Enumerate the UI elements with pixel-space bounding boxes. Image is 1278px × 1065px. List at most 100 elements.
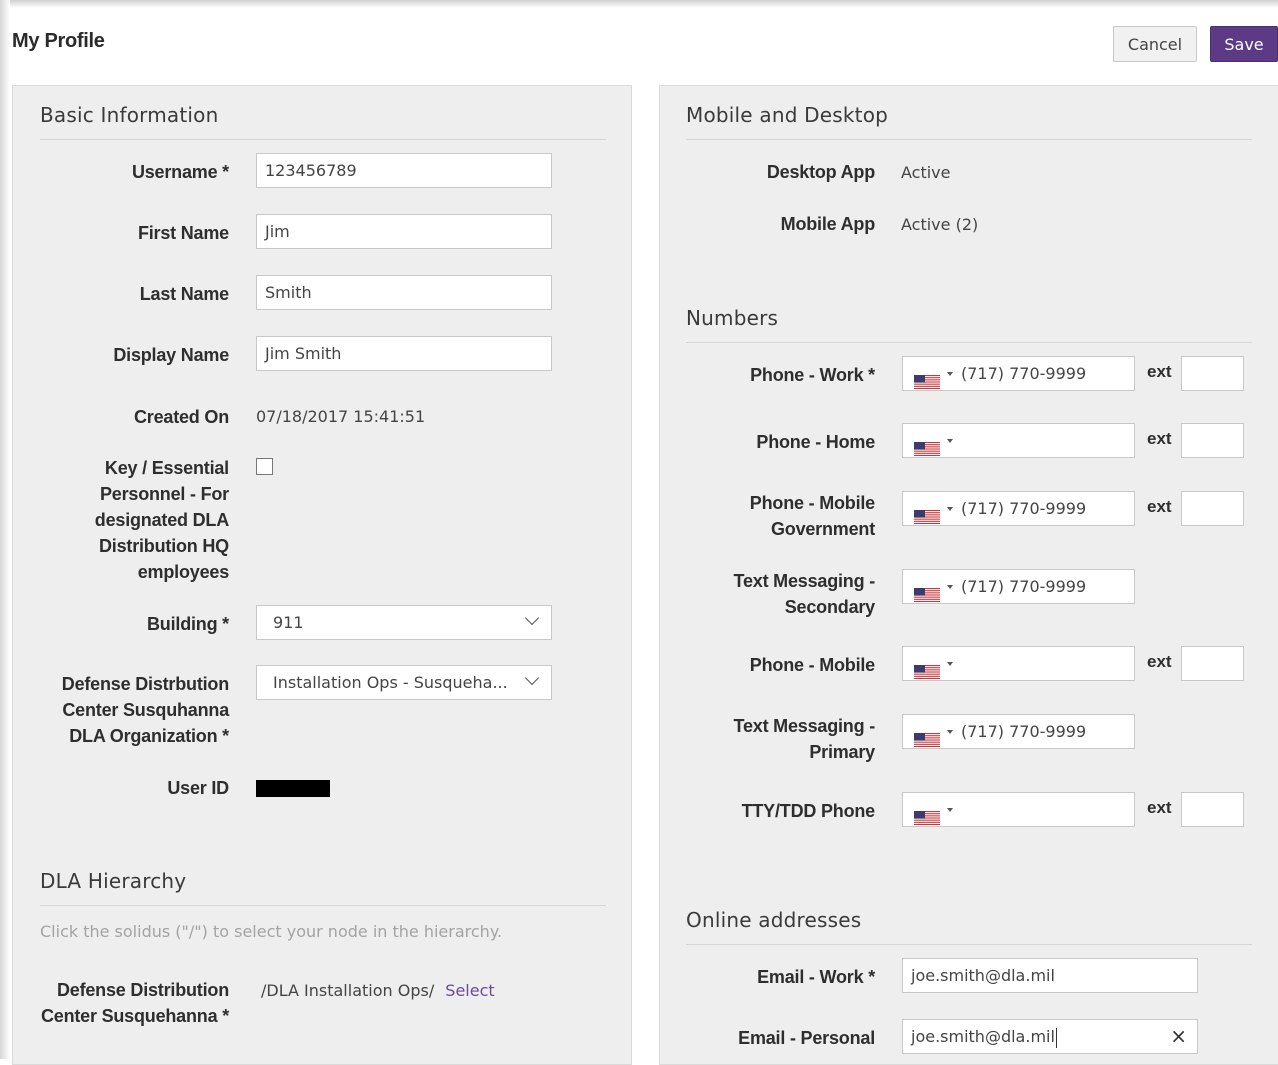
ext-input[interactable]	[1181, 491, 1244, 526]
phone-input[interactable]: (717) 770-9999	[902, 491, 1135, 526]
user-id-label: User ID	[167, 778, 229, 798]
divider	[40, 905, 606, 906]
hierarchy-path[interactable]: /DLA Installation Ops/	[261, 981, 434, 1000]
last-name-label: Last Name	[139, 284, 229, 304]
us-flag-icon[interactable]	[914, 657, 940, 680]
organization-label-line: DLA Organization *	[69, 726, 229, 746]
organization-label-line: Defense Distrbution	[61, 674, 229, 694]
phone-number-value: (717) 770-9999	[961, 364, 1087, 383]
phone-row-label: Text Messaging - Primary	[670, 713, 876, 765]
save-button[interactable]: Save	[1210, 26, 1278, 62]
caret-down-icon[interactable]	[947, 585, 953, 589]
us-flag-icon[interactable]	[914, 580, 940, 603]
caret-down-icon[interactable]	[947, 662, 953, 666]
display-name-input[interactable]: Jim Smith	[256, 336, 552, 371]
us-flag-icon[interactable]	[914, 434, 940, 457]
phone-number-value: (717) 770-9999	[961, 577, 1087, 596]
created-on-label: Created On	[133, 407, 229, 427]
organization-select[interactable]: Installation Ops - Susqueha...	[256, 665, 552, 700]
caret-down-icon[interactable]	[947, 730, 953, 734]
desktop-app-value: Active	[901, 163, 951, 182]
ext-input[interactable]	[1181, 356, 1244, 391]
first-name-label: First Name	[137, 223, 229, 243]
select-node-link[interactable]: Select	[445, 981, 494, 1000]
key-personnel-label-line: Personnel - For	[99, 484, 229, 504]
caret-down-icon[interactable]	[947, 507, 953, 511]
phone-row-label-line: Phone - Work *	[750, 365, 875, 385]
ext-label: ext	[1147, 362, 1172, 381]
phone-row-label-line: Primary	[809, 742, 875, 762]
basic-information-heading: Basic Information	[40, 103, 219, 127]
us-flag-icon[interactable]	[914, 367, 940, 390]
online-addresses-heading: Online addresses	[686, 908, 862, 932]
us-flag-icon[interactable]	[914, 725, 940, 748]
key-personnel-label-line: Key / Essential	[104, 458, 229, 478]
phone-row-label-line: Text Messaging -	[733, 716, 876, 736]
email-personal-input[interactable]: joe.smith@dla.mil ×	[902, 1019, 1198, 1054]
phone-row-label-line: Text Messaging -	[733, 571, 876, 591]
phone-input[interactable]	[902, 792, 1135, 827]
ext-input[interactable]	[1181, 423, 1244, 458]
phone-row-label-line: Secondary	[784, 597, 875, 617]
phone-input[interactable]: (717) 770-9999	[902, 714, 1135, 749]
us-flag-icon[interactable]	[914, 803, 940, 826]
building-label: Building *	[147, 614, 229, 634]
key-personnel-checkbox[interactable]	[256, 458, 273, 475]
phone-row-label-line: Government	[770, 519, 875, 539]
key-personnel-label-line: Distribution HQ	[99, 536, 229, 556]
ext-input[interactable]	[1181, 646, 1244, 681]
hierarchy-hint: Click the solidus ("/") to select your n…	[40, 922, 503, 941]
username-label: Username *	[131, 162, 229, 182]
hierarchy-node-label: Defense Distribution Center Susquehanna …	[13, 977, 229, 1029]
key-personnel-label-line: employees	[137, 562, 229, 582]
dla-hierarchy-heading: DLA Hierarchy	[40, 869, 187, 893]
hierarchy-node-label-line: Center Susquehanna *	[40, 1006, 229, 1026]
display-name-label: Display Name	[113, 345, 229, 365]
phone-input[interactable]: (717) 770-9999	[902, 569, 1135, 604]
caret-down-icon[interactable]	[947, 439, 953, 443]
first-name-input[interactable]: Jim	[256, 214, 552, 249]
organization-label-line: Center Susquhanna	[62, 700, 229, 720]
email-work-input[interactable]: joe.smith@dla.mil	[902, 958, 1198, 993]
phone-row-label: Phone - Work *	[670, 362, 875, 388]
building-select[interactable]: 911	[256, 605, 552, 640]
numbers-heading: Numbers	[686, 306, 779, 330]
caret-down-icon[interactable]	[947, 808, 953, 812]
phone-number-value: (717) 770-9999	[961, 722, 1087, 741]
chevron-down-icon	[524, 670, 540, 686]
phone-input[interactable]	[902, 646, 1135, 681]
mobile-desktop-heading: Mobile and Desktop	[686, 103, 889, 127]
window-top-shadow	[0, 0, 1278, 8]
chevron-down-icon	[524, 610, 540, 626]
last-name-input[interactable]: Smith	[256, 275, 552, 310]
clear-icon[interactable]: ×	[1170, 1020, 1187, 1053]
phone-number-value: (717) 770-9999	[961, 499, 1087, 518]
divider	[686, 342, 1252, 343]
mobile-app-value: Active (2)	[901, 215, 979, 234]
key-personnel-label-line: designated DLA	[94, 510, 229, 530]
divider	[686, 944, 1252, 945]
key-personnel-label: Key / Essential Personnel - For designat…	[33, 455, 229, 585]
divider	[686, 139, 1252, 140]
email-personal-label: Email - Personal	[738, 1028, 875, 1048]
hierarchy-node-value: /DLA Installation Ops/ Select	[261, 978, 495, 1004]
phone-row-label: Phone - Mobile	[670, 652, 875, 678]
phone-input[interactable]	[902, 423, 1135, 458]
us-flag-icon[interactable]	[914, 502, 940, 525]
contact-panel: Mobile and Desktop Desktop App Active Mo…	[659, 85, 1278, 1065]
email-work-label: Email - Work *	[757, 967, 875, 987]
ext-label: ext	[1147, 798, 1172, 817]
phone-input[interactable]: (717) 770-9999	[902, 356, 1135, 391]
created-on-value: 07/18/2017 15:41:51	[256, 407, 426, 426]
phone-row-label-line: Phone - Mobile	[749, 655, 875, 675]
cancel-button[interactable]: Cancel	[1113, 26, 1197, 62]
ext-input[interactable]	[1181, 792, 1244, 827]
caret-down-icon[interactable]	[947, 372, 953, 376]
phone-row-label: Phone - Mobile Government	[670, 490, 875, 542]
page-title: My Profile	[12, 30, 105, 52]
username-input[interactable]: 123456789	[256, 153, 552, 188]
ext-label: ext	[1147, 497, 1172, 516]
phone-row-label-line: Phone - Mobile	[749, 493, 875, 513]
basic-information-panel: Basic Information Username * 123456789 F…	[12, 85, 632, 1065]
phone-row-label-line: TTY/TDD Phone	[741, 801, 876, 821]
